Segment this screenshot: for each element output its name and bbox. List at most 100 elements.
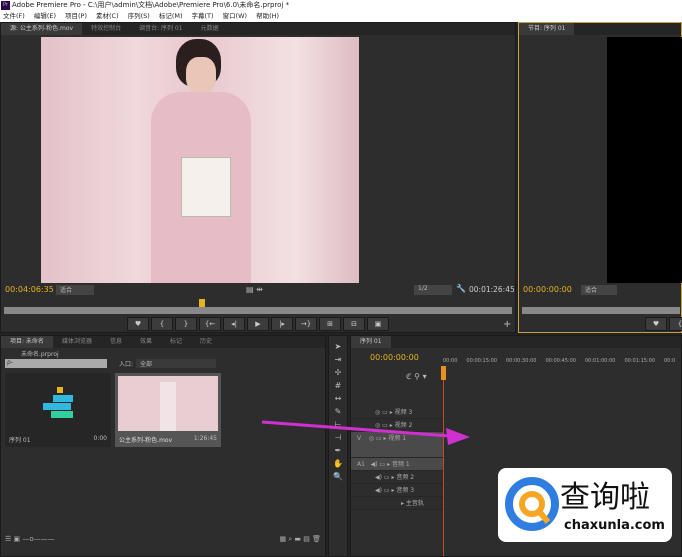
program-add-marker-button[interactable]: ♥ <box>645 317 667 331</box>
menu-help[interactable]: 帮助(H) <box>256 11 279 22</box>
timeline-playhead[interactable] <box>443 366 444 556</box>
add-marker-button[interactable]: ♥ <box>127 317 149 331</box>
source-scrubber[interactable] <box>4 307 512 314</box>
wrench-icon[interactable]: 🔧 <box>456 284 466 293</box>
window-title: Adobe Premiere Pro - C:\用户\admin\文档\Adob… <box>12 1 290 9</box>
sequence-icon-bar <box>43 403 71 410</box>
project-search-input[interactable]: ρ- <box>5 359 107 368</box>
project-item-clip[interactable]: 公主系列-粉色.mov 1:26:45 <box>115 373 221 447</box>
in-dropdown[interactable]: 全部 <box>136 359 216 368</box>
menu-clip[interactable]: 素材(C) <box>96 11 119 22</box>
item-name: 序列 01 <box>9 437 31 444</box>
go-to-out-button[interactable]: →} <box>295 317 317 331</box>
track-audio-2[interactable]: ◀) ▭ ▸ 音频 2 <box>351 471 443 484</box>
source-fit-dropdown[interactable]: 适合 <box>56 285 94 295</box>
tab-source[interactable]: 源: 公主系列-粉色.mov <box>1 23 83 35</box>
selection-tool-icon[interactable]: ➤ <box>329 340 347 353</box>
menu-file[interactable]: 文件(F) <box>3 11 25 22</box>
play-button[interactable]: ▶ <box>247 317 269 331</box>
gift-boxes <box>181 157 231 217</box>
timeline-timecode: 00:00:00:00 <box>370 353 419 362</box>
watermark-url: chaxunla.com <box>564 518 665 533</box>
item-duration: 0:00 <box>93 435 107 442</box>
program-timecode: 00:00:00:00 <box>523 285 572 294</box>
ruler-tick: 00:00:15:00 <box>466 358 497 364</box>
rolling-edit-tool-icon[interactable]: # <box>329 379 347 392</box>
project-filename: 未命名.prproj <box>21 351 59 358</box>
item-name: 公主系列-粉色.mov <box>119 437 173 444</box>
ruler-tick: 00:00 <box>443 358 458 364</box>
tab-effects[interactable]: 效果 <box>131 336 161 348</box>
project-footer: ☰ ▣ —o——— ▦ ⌕ ▬ ▤ 🗑 <box>1 535 325 547</box>
timeline-ruler[interactable]: 00:00 00:00:15:00 00:00:30:00 00:00:45:00 00… <box>443 358 682 364</box>
source-transport: ♥ { } {← ◂| ▶ |▸ →} ⊞ ⊟ ▣ <box>127 317 389 331</box>
list-view-icon[interactable]: ☰ <box>5 535 11 543</box>
menu-sequence[interactable]: 序列(S) <box>128 11 150 22</box>
export-frame-button[interactable]: ▣ <box>367 317 389 331</box>
safe-margins-icon[interactable]: ▤ ⇹ <box>246 285 263 294</box>
tab-effect-controls[interactable]: 特效控制台 <box>82 23 130 35</box>
step-forward-button[interactable]: |▸ <box>271 317 293 331</box>
tab-media-browser[interactable]: 媒体浏览器 <box>53 336 101 348</box>
person-face <box>186 57 216 93</box>
tab-project[interactable]: 项目: 未命名 <box>1 336 53 348</box>
program-monitor: 节目: 序列 01 00:00:00:00 适合 ♥ { <box>518 22 682 333</box>
track-master[interactable]: ▸ 主音轨 <box>351 497 443 510</box>
menu-bar: 文件(F) 编辑(E) 项目(P) 素材(C) 序列(S) 标记(M) 字幕(T) 窗口(W)… <box>0 11 682 22</box>
resolution-dropdown[interactable]: 1/2 <box>414 285 452 295</box>
track-label: 音频 3 <box>396 487 415 494</box>
program-fit-dropdown[interactable]: 适合 <box>581 285 617 295</box>
tab-markers[interactable]: 标记 <box>161 336 191 348</box>
menu-project[interactable]: 项目(P) <box>65 11 87 22</box>
ruler-tick: 00:00:45:00 <box>545 358 576 364</box>
go-to-in-button[interactable]: {← <box>199 317 221 331</box>
source-video-frame <box>41 37 359 283</box>
tab-history[interactable]: 历史 <box>191 336 221 348</box>
program-video-frame <box>607 37 682 283</box>
playhead-handle[interactable] <box>441 366 446 380</box>
sequence-icon <box>57 387 63 393</box>
source-monitor: 源: 公主系列-粉色.mov 特效控制台 调音台: 序列 01 元数据 00:0… <box>0 22 516 333</box>
playhead[interactable] <box>199 299 205 307</box>
zoom-slider[interactable]: —o——— <box>22 535 54 543</box>
menu-edit[interactable]: 编辑(E) <box>34 11 56 22</box>
icon-view-icon[interactable]: ▣ <box>14 535 21 543</box>
annotation-arrow <box>261 420 470 445</box>
ruler-tick: 00:01:00:00 <box>584 358 616 364</box>
a-target[interactable]: A1 <box>357 461 365 468</box>
program-scrubber[interactable] <box>522 307 680 314</box>
watermark-text: 查询啦 <box>560 480 650 515</box>
mark-in-button[interactable]: { <box>151 317 173 331</box>
program-mark-in-button[interactable]: { <box>669 317 682 331</box>
snap-icon[interactable]: ℭ ⚲ ▾ <box>406 372 427 381</box>
menu-marker[interactable]: 标记(M) <box>159 11 183 22</box>
hand-tool-icon[interactable]: ✋ <box>329 457 347 470</box>
clip-thumbnail <box>118 376 218 431</box>
insert-button[interactable]: ⊞ <box>319 317 341 331</box>
menu-window[interactable]: 窗口(W) <box>223 11 248 22</box>
source-timecode: 00:04:06:35 <box>5 285 54 294</box>
tab-metadata[interactable]: 元数据 <box>192 23 228 35</box>
track-audio-1[interactable]: A1 ◀) ▭ ▸ 音频 1 <box>351 458 443 471</box>
razor-tool-icon[interactable]: ✎ <box>329 405 347 418</box>
tab-program[interactable]: 节目: 序列 01 <box>519 23 575 35</box>
overwrite-button[interactable]: ⊟ <box>343 317 365 331</box>
ripple-edit-tool-icon[interactable]: ✢ <box>329 366 347 379</box>
clip-thumbnail-person <box>160 382 176 431</box>
zoom-tool-icon[interactable]: 🔍 <box>329 470 347 483</box>
tab-audio-mixer[interactable]: 调音台: 序列 01 <box>130 23 191 35</box>
track-audio-3[interactable]: ◀) ▭ ▸ 音频 3 <box>351 484 443 497</box>
track-select-tool-icon[interactable]: ⇥ <box>329 353 347 366</box>
item-duration: 1:26:45 <box>193 435 217 442</box>
sequence-icon-bar <box>53 395 73 402</box>
tab-sequence[interactable]: 序列 01 <box>351 336 391 348</box>
step-back-button[interactable]: ◂| <box>223 317 245 331</box>
in-label: 入口: <box>119 361 134 368</box>
mark-out-button[interactable]: } <box>175 317 197 331</box>
add-button-icon[interactable]: + <box>503 319 511 330</box>
tab-info[interactable]: 信息 <box>101 336 131 348</box>
project-item-sequence[interactable]: 序列 01 0:00 <box>5 373 111 447</box>
rate-stretch-tool-icon[interactable]: ↔ <box>329 392 347 405</box>
project-footer-buttons[interactable]: ▦ ⌕ ▬ ▤ 🗑 <box>279 535 325 544</box>
menu-title[interactable]: 字幕(T) <box>192 11 214 22</box>
